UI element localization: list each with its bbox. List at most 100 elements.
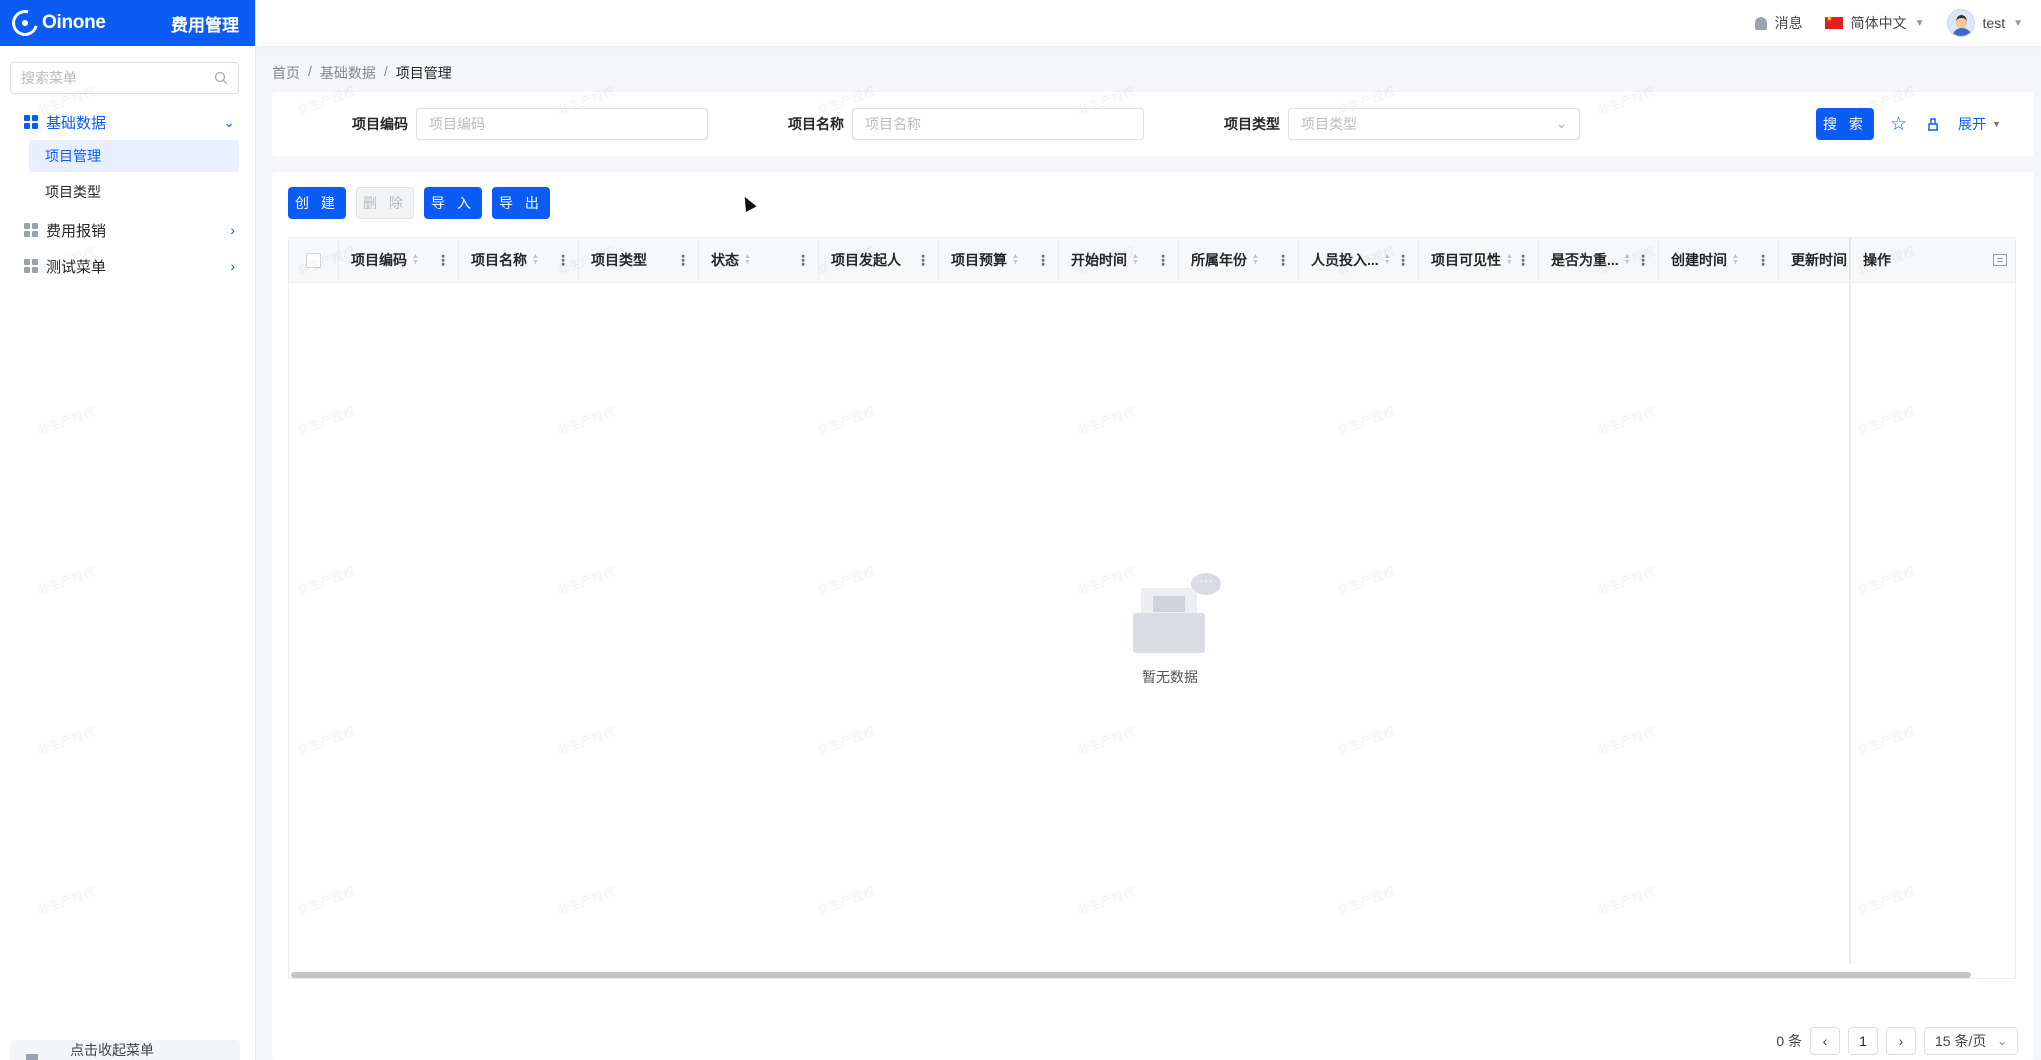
column-title: 状态 xyxy=(711,252,739,268)
breadcrumb-home[interactable]: 首页 xyxy=(272,63,300,83)
more-icon[interactable]: ⋮ xyxy=(916,252,930,269)
prev-page-button[interactable]: ‹ xyxy=(1810,1027,1840,1055)
action-toolbar: 创 建 删 除 导 入 导 出 xyxy=(288,187,550,219)
column-header[interactable]: 项目可见性 ▲ ▼ ⋮ xyxy=(1419,238,1539,282)
column-header[interactable]: 人员投入... ▲ ▼ ⋮ xyxy=(1299,238,1419,282)
column-header[interactable]: 开始时间 ▲ ▼ ⋮ xyxy=(1059,238,1179,282)
sidebar-group-basic-data[interactable]: 基础数据 ⌄ xyxy=(0,104,255,140)
sort-icon[interactable]: ▲ ▼ xyxy=(1732,253,1739,266)
search-icon xyxy=(214,71,227,84)
project-type-select[interactable]: 项目类型 ⌄ xyxy=(1288,108,1580,140)
sort-icon[interactable]: ▲ ▼ xyxy=(1384,253,1391,266)
more-icon[interactable]: ⋮ xyxy=(1276,252,1290,269)
avatar xyxy=(1946,9,1975,37)
chevron-right-icon: › xyxy=(230,222,235,238)
sort-icon[interactable]: ▲ ▼ xyxy=(1252,253,1259,266)
more-icon[interactable]: ⋮ xyxy=(1036,252,1050,269)
project-name-label: 项目名称 xyxy=(788,116,844,132)
sidebar-item-project-management[interactable]: 项目管理 xyxy=(29,140,239,172)
sidebar-group-label: 基础数据 xyxy=(46,114,107,132)
more-icon[interactable]: ⋮ xyxy=(556,252,570,269)
grid-icon xyxy=(24,115,38,129)
page-size-select[interactable]: 15 条/页 ⌄ xyxy=(1924,1027,2018,1055)
column-header[interactable]: 所属年份 ▲ ▼ ⋮ xyxy=(1179,238,1299,282)
column-header[interactable]: 项目编码 ▲ ▼ ⋮ xyxy=(339,238,459,282)
china-flag-icon xyxy=(1824,14,1843,29)
total-count: 0 条 xyxy=(1776,1033,1802,1049)
sidebar-menu: 基础数据 ⌄ 项目管理 项目类型 费用报销 › 测试菜单 › xyxy=(0,104,255,284)
chevron-right-icon: › xyxy=(230,258,235,274)
column-title: 项目名称 xyxy=(471,252,527,268)
more-icon[interactable]: ⋮ xyxy=(1396,252,1410,269)
delete-button[interactable]: 删 除 xyxy=(356,187,414,219)
language-select[interactable]: 简体中文 ▼ xyxy=(1824,13,1925,33)
logo[interactable]: Oinone xyxy=(7,5,106,41)
sort-icon[interactable]: ▲ ▼ xyxy=(1624,253,1631,266)
logo-icon xyxy=(7,5,43,41)
sort-icon[interactable]: ▲ ▼ xyxy=(1132,253,1139,266)
column-title: 项目预算 xyxy=(951,252,1007,268)
project-name-input[interactable]: 项目名称 xyxy=(852,108,1144,140)
column-header[interactable]: 项目预算 ▲ ▼ ⋮ xyxy=(939,238,1059,282)
more-icon[interactable]: ⋮ xyxy=(436,252,450,269)
breadcrumb-separator: / xyxy=(383,63,388,79)
sidebar-item-project-type[interactable]: 项目类型 xyxy=(29,176,239,208)
sort-icon[interactable]: ▲ ▼ xyxy=(532,253,539,266)
operations-header: 操作 xyxy=(1849,238,2015,282)
sort-icon[interactable]: ▲ ▼ xyxy=(744,253,751,266)
sort-icon[interactable]: ▲ ▼ xyxy=(1012,253,1019,266)
import-button[interactable]: 导 入 xyxy=(424,187,482,219)
top-bar: 消息 简体中文 ▼ test ▼ xyxy=(256,0,2041,46)
column-title: 创建时间 xyxy=(1671,252,1727,268)
more-icon[interactable]: ⋮ xyxy=(676,252,690,269)
caret-down-icon: ▼ xyxy=(2013,17,2023,29)
chevron-down-icon: ⌄ xyxy=(1556,116,1567,131)
column-title: 所属年份 xyxy=(1191,252,1247,268)
column-header[interactable]: 项目类型 ⋮ xyxy=(579,238,699,282)
search-button[interactable]: 搜 索 xyxy=(1816,108,1874,140)
column-title: 项目可见性 xyxy=(1431,252,1501,268)
grid-icon xyxy=(24,223,38,237)
column-header[interactable]: 更新时间 xyxy=(1779,238,1859,282)
project-code-input[interactable]: 项目编码 xyxy=(416,108,708,140)
more-icon[interactable]: ⋮ xyxy=(796,252,810,269)
sidebar-group-expense[interactable]: 费用报销 › xyxy=(0,212,255,248)
clear-icon[interactable] xyxy=(1925,116,1941,132)
breadcrumb-basic-data[interactable]: 基础数据 xyxy=(320,63,376,83)
column-header[interactable]: 项目名称 ▲ ▼ ⋮ xyxy=(459,238,579,282)
horizontal-scrollbar[interactable] xyxy=(291,972,1971,978)
messages-button[interactable]: 消息 xyxy=(1754,13,1803,33)
create-button[interactable]: 创 建 xyxy=(288,187,346,219)
menu-search-input[interactable]: 搜索菜单 xyxy=(10,62,239,94)
export-button[interactable]: 导 出 xyxy=(492,187,550,219)
current-page[interactable]: 1 xyxy=(1848,1027,1878,1055)
column-header[interactable]: 状态 ▲ ▼ ⋮ xyxy=(699,238,819,282)
sort-icon[interactable]: ▲ ▼ xyxy=(412,253,419,266)
collapse-menu-button[interactable]: 点击收起菜单 xyxy=(10,1040,240,1060)
username: test xyxy=(1982,15,2006,31)
expand-toggle[interactable]: 展开 ▼ xyxy=(1958,114,2001,134)
caret-down-icon: ▼ xyxy=(1914,17,1925,29)
select-all-checkbox[interactable] xyxy=(306,252,321,268)
column-header[interactable]: 项目发起人 ⋮ xyxy=(819,238,939,282)
empty-inbox-icon: ··· xyxy=(1125,573,1221,653)
empty-text: 暂无数据 xyxy=(1142,669,1198,685)
expand-label: 展开 xyxy=(1958,116,1986,132)
user-menu[interactable]: test ▼ xyxy=(1946,9,2023,37)
next-page-button[interactable]: › xyxy=(1886,1027,1916,1055)
column-title: 更新时间 xyxy=(1791,252,1847,268)
column-header[interactable]: 创建时间 ▲ ▼ ⋮ xyxy=(1659,238,1779,282)
pagination: 0 条 ‹ 1 › 15 条/页 ⌄ xyxy=(1776,1027,2018,1055)
more-icon[interactable]: ⋮ xyxy=(1516,252,1530,269)
sidebar-group-test[interactable]: 测试菜单 › xyxy=(0,248,255,284)
column-header[interactable]: 是否为重... ▲ ▼ ⋮ xyxy=(1539,238,1659,282)
more-icon[interactable]: ⋮ xyxy=(1636,252,1650,269)
more-icon[interactable]: ⋮ xyxy=(1756,252,1770,269)
column-settings-icon[interactable] xyxy=(1993,254,2007,266)
favorite-star-icon[interactable]: ☆ xyxy=(1890,113,1907,136)
search-filter-panel: 项目编码 项目编码 项目名称 项目名称 项目类型 项目类型 ⌄ 搜 索 ☆ 展开… xyxy=(272,92,2034,156)
select-all-cell xyxy=(289,238,339,282)
more-icon[interactable]: ⋮ xyxy=(1156,252,1170,269)
column-title: 项目编码 xyxy=(351,252,407,268)
sort-icon[interactable]: ▲ ▼ xyxy=(1506,253,1513,266)
